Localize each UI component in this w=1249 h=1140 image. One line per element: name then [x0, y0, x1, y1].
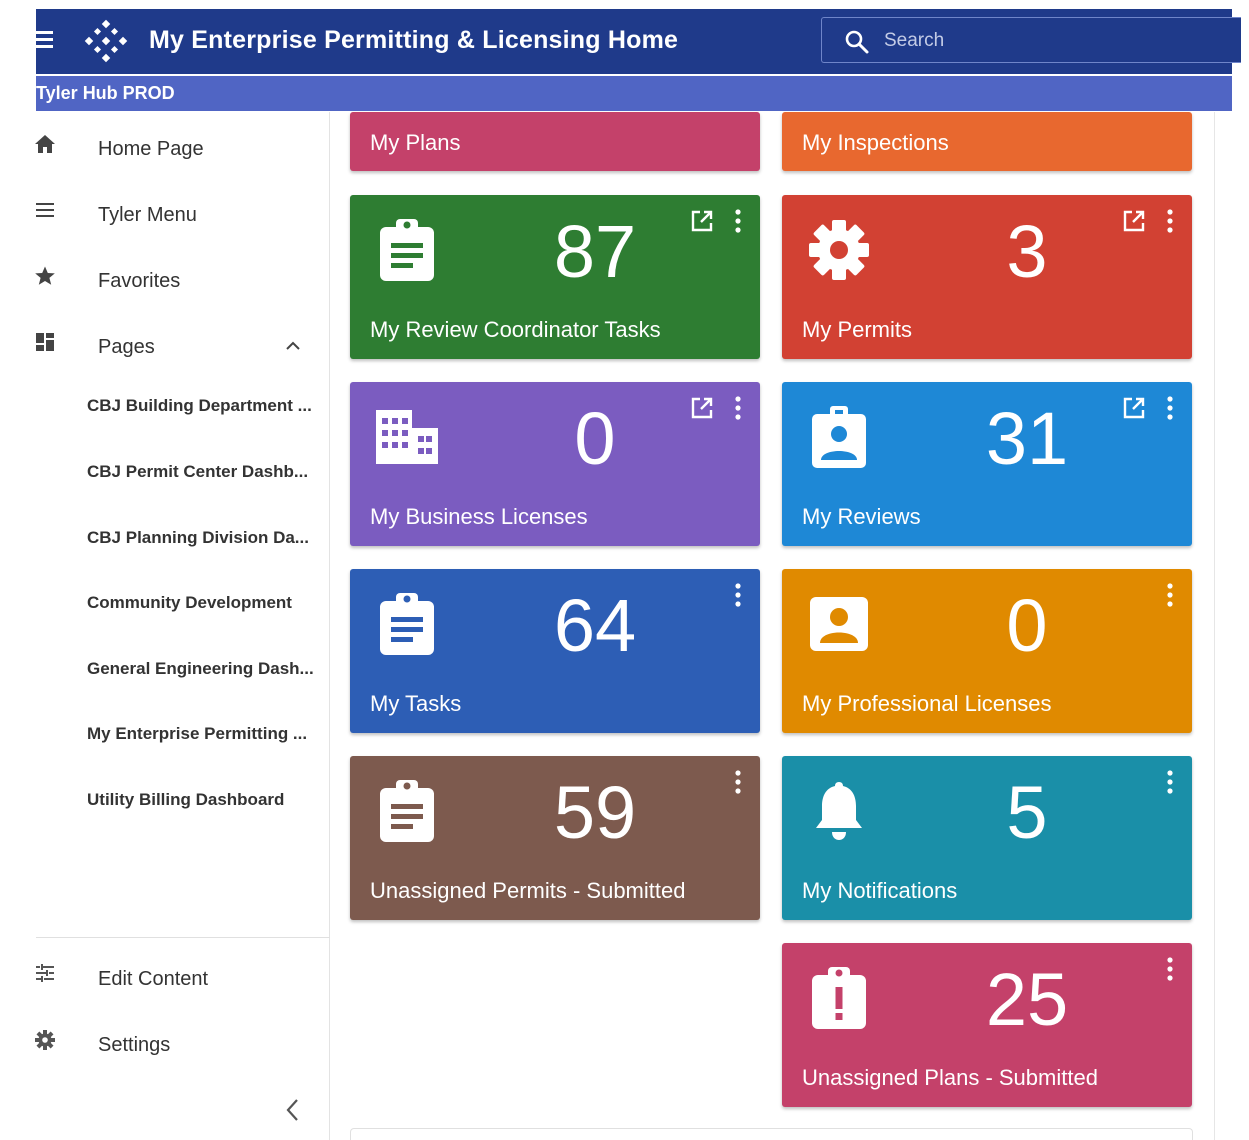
open-in-new-icon[interactable]: [1122, 396, 1146, 420]
clipboard-icon: [380, 593, 434, 655]
sidebar-item-label: Pages: [98, 336, 155, 358]
settings-icon: [35, 1030, 55, 1050]
tile-my-permits[interactable]: 3 My Permits: [782, 195, 1192, 359]
sidebar-item-label: Home Page: [98, 138, 204, 160]
clipboard-icon: [380, 780, 434, 842]
tile-my-notifications[interactable]: 5 My Notifications: [782, 756, 1192, 920]
page-link-cbj-permit-center[interactable]: CBJ Permit Center Dashb...: [87, 462, 308, 482]
tile-count: 5: [1006, 771, 1048, 854]
top-app-bar: My Enterprise Permitting & Licensing Hom…: [36, 9, 1241, 74]
search-icon: [845, 30, 869, 54]
badge-icon: [812, 406, 866, 468]
bottom-card-edge: [350, 1128, 1193, 1140]
sidebar-item-label: Tyler Menu: [98, 204, 197, 226]
alert-clipboard-icon: [812, 967, 866, 1029]
more-options-icon[interactable]: [730, 582, 746, 608]
tile-label: My Review Coordinator Tasks: [370, 317, 661, 342]
sidebar-item-label: Settings: [98, 1034, 171, 1056]
tile-my-plans[interactable]: My Plans: [350, 112, 760, 171]
sidebar-item-home-page[interactable]: Home Page: [30, 118, 330, 172]
sidebar-item-settings[interactable]: Settings: [30, 1014, 330, 1068]
more-options-icon[interactable]: [730, 208, 746, 234]
tile-count: 31: [985, 397, 1069, 480]
portrait-icon: [810, 597, 868, 651]
more-options-icon[interactable]: [730, 395, 746, 421]
more-options-icon[interactable]: [1162, 769, 1178, 795]
star-icon: [35, 266, 55, 285]
sidebar-item-pages[interactable]: Pages: [30, 316, 330, 370]
tile-my-review-coordinator-tasks[interactable]: 87 My Review Coordinator Tasks: [350, 195, 760, 359]
tile-label: My Reviews: [802, 504, 921, 529]
tile-count: 64: [553, 584, 637, 667]
more-options-icon[interactable]: [1162, 956, 1178, 982]
tile-label: My Tasks: [370, 691, 462, 716]
pages-icon: [36, 333, 54, 351]
page-link-community-development[interactable]: Community Development: [87, 593, 292, 613]
tile-label: My Permits: [802, 317, 912, 342]
page-title: My Enterprise Permitting & Licensing Hom…: [149, 26, 679, 54]
open-in-new-icon[interactable]: [690, 396, 714, 420]
sidebar-item-edit-content[interactable]: Edit Content: [30, 948, 330, 1002]
right-panel-edge: [1214, 112, 1234, 1140]
tile-label: Unassigned Plans - Submitted: [802, 1065, 1098, 1090]
more-options-icon[interactable]: [1162, 395, 1178, 421]
environment-bar: Tyler Hub PROD: [36, 76, 1232, 111]
sidebar: Home Page Tyler Menu Favorites Pages CBJ…: [30, 112, 330, 1140]
tile-label: My Business Licenses: [370, 504, 588, 529]
page-link-cbj-planning[interactable]: CBJ Planning Division Da...: [87, 528, 309, 548]
tile-my-tasks[interactable]: 64 My Tasks: [350, 569, 760, 733]
gear-icon: [809, 220, 869, 280]
tile-label: My Notifications: [802, 878, 958, 903]
tile-unassigned-permits-submitted[interactable]: 59 Unassigned Permits - Submitted: [350, 756, 760, 920]
tile-my-reviews[interactable]: 31 My Reviews: [782, 382, 1192, 546]
page-link-my-enterprise-permitting[interactable]: My Enterprise Permitting ...: [87, 724, 307, 744]
page-link-utility-billing[interactable]: Utility Billing Dashboard: [87, 790, 284, 810]
tile-label: Unassigned Permits - Submitted: [370, 878, 686, 903]
more-options-icon[interactable]: [1162, 582, 1178, 608]
search-input[interactable]: [884, 26, 1224, 56]
tile-label: My Plans: [370, 130, 461, 155]
tile-count: 87: [553, 210, 637, 293]
tile-label: My Inspections: [802, 130, 949, 155]
tyler-logo-icon: [84, 19, 128, 63]
collapse-sidebar-icon[interactable]: [283, 1097, 303, 1123]
tile-count: 3: [1006, 210, 1048, 293]
open-in-new-icon[interactable]: [690, 209, 714, 233]
tile-my-business-licenses[interactable]: 0 My Business Licenses: [350, 382, 760, 546]
search-box[interactable]: [821, 17, 1241, 63]
sidebar-item-label: Favorites: [98, 270, 181, 292]
sidebar-item-favorites[interactable]: Favorites: [30, 250, 330, 304]
tile-count: 0: [574, 397, 616, 480]
page-link-cbj-building[interactable]: CBJ Building Department ...: [87, 396, 312, 416]
chevron-up-icon[interactable]: [285, 338, 301, 354]
tile-my-professional-licenses[interactable]: 0 My Professional Licenses: [782, 569, 1192, 733]
tile-my-inspections[interactable]: My Inspections: [782, 112, 1192, 171]
environment-label: Tyler Hub PROD: [36, 83, 175, 103]
edit-content-icon: [36, 964, 54, 982]
tile-count: 25: [985, 958, 1069, 1041]
bell-icon: [816, 782, 862, 840]
page-link-general-engineering[interactable]: General Engineering Dash...: [87, 659, 314, 679]
building-icon: [376, 410, 438, 464]
home-icon: [35, 135, 55, 153]
more-options-icon[interactable]: [730, 769, 746, 795]
tile-count: 0: [1006, 584, 1048, 667]
open-in-new-icon[interactable]: [1122, 209, 1146, 233]
tile-label: My Professional Licenses: [802, 691, 1052, 716]
more-options-icon[interactable]: [1162, 208, 1178, 234]
menu-icon: [36, 203, 54, 217]
tile-count: 59: [553, 771, 637, 854]
tile-unassigned-plans-submitted[interactable]: 25 Unassigned Plans - Submitted: [782, 943, 1192, 1107]
sidebar-item-label: Edit Content: [98, 968, 209, 990]
hamburger-menu-icon[interactable]: [36, 31, 54, 51]
sidebar-divider: [36, 937, 330, 938]
clipboard-icon: [380, 219, 434, 281]
sidebar-item-tyler-menu[interactable]: Tyler Menu: [30, 184, 330, 238]
